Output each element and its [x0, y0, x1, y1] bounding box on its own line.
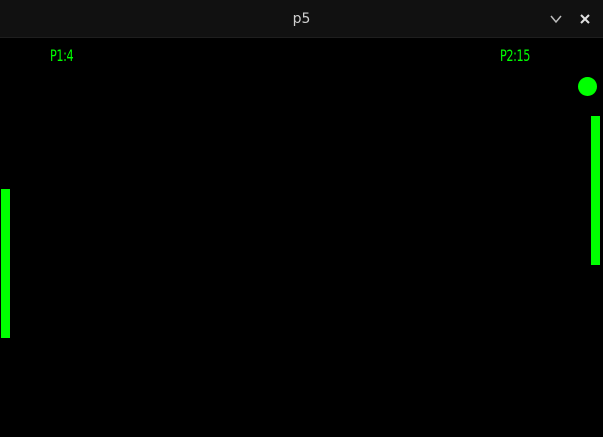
close-icon [580, 14, 590, 24]
right-paddle [591, 116, 600, 265]
window-title: p5 [292, 11, 311, 27]
game-canvas[interactable]: P1:4 P2:15 [0, 38, 603, 437]
ball [578, 77, 597, 96]
app-window: p5 P1:4 P2:15 [0, 0, 603, 437]
title-bar[interactable]: p5 [0, 0, 603, 38]
collapse-button[interactable] [544, 7, 568, 31]
player2-score: P2:15 [500, 46, 531, 65]
chevron-down-icon [550, 15, 562, 24]
player1-score: P1:4 [50, 46, 74, 65]
close-button[interactable] [573, 7, 597, 31]
left-paddle [1, 189, 10, 338]
